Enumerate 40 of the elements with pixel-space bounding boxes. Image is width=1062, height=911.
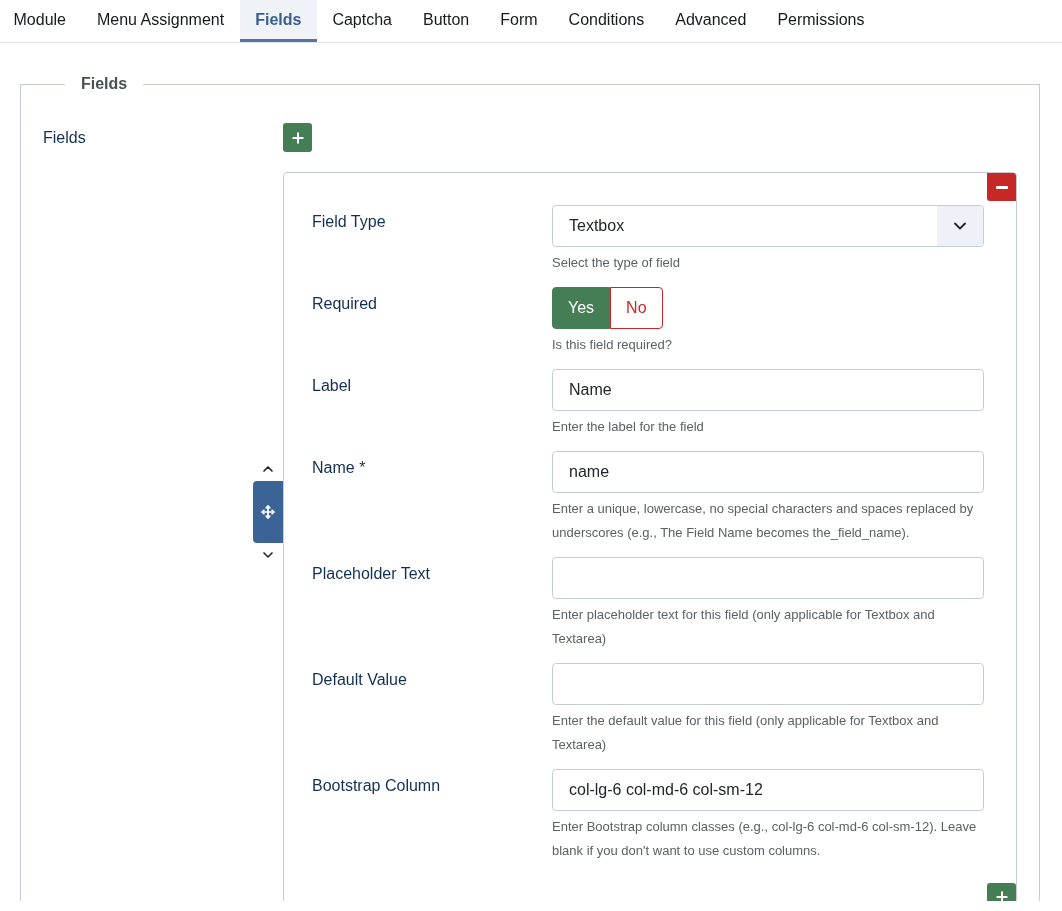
plus-icon (289, 129, 306, 146)
tab[interactable]: Button (407, 0, 485, 42)
move-icon (261, 505, 275, 519)
help-text: Enter Bootstrap column classes (e.g., col-lg-6 col-md-6 col-sm-12). Leave blank if you don't want to use custom columns. (552, 818, 978, 860)
help-text: Enter the label for the field (552, 418, 704, 436)
field-label: Name * (312, 458, 366, 477)
help-text: Is this field required? (552, 336, 672, 354)
minus-icon (995, 185, 1008, 189)
field-label: Placeholder Text (312, 564, 430, 583)
plus-icon (993, 889, 1010, 901)
tab[interactable]: Menu Assignment (81, 0, 240, 42)
input-field[interactable]: name (552, 451, 984, 493)
tab[interactable]: Conditions (553, 0, 660, 42)
tab[interactable]: Advanced (659, 0, 762, 42)
tab[interactable]: Module (0, 0, 82, 42)
tab[interactable]: Form (484, 0, 554, 42)
field-label: Label (312, 376, 352, 395)
field-label: Field Type (312, 212, 386, 231)
field-label: Default Value (312, 670, 407, 689)
field-label: Fields (43, 128, 87, 147)
help-text: Enter placeholder text for this field (only applicable for Textbox and Textarea) (552, 606, 936, 648)
tab[interactable]: Fields (239, 0, 317, 42)
input-field[interactable]: Name (552, 369, 984, 411)
tab[interactable]: Captcha (316, 0, 408, 42)
toggle-option[interactable]: No (610, 287, 663, 329)
tab[interactable]: Permissions (761, 0, 880, 42)
field-label: Bootstrap Column (312, 776, 441, 795)
toggle-option[interactable]: Yes (552, 287, 611, 329)
help-text: Select the type of field (552, 254, 680, 272)
drag-handle[interactable] (253, 481, 283, 543)
help-text: Enter the default value for this field (only applicable for Textbox and Textarea) (552, 712, 940, 754)
add-button[interactable] (283, 123, 312, 152)
remove-button[interactable] (987, 173, 1016, 201)
help-text: Enter a unique, lowercase, no special characters and spaces replaced by underscores (e.g., The Field Name becomes the_field_name). (552, 500, 975, 542)
field-type-select[interactable]: Textbox (552, 205, 984, 247)
input-field[interactable]: col-lg-6 col-md-6 col-sm-12 (552, 769, 984, 811)
input-field[interactable] (552, 557, 984, 599)
fieldset-legend: Fields (65, 76, 144, 93)
field-label: Required (312, 294, 377, 313)
input-field[interactable] (552, 663, 984, 705)
